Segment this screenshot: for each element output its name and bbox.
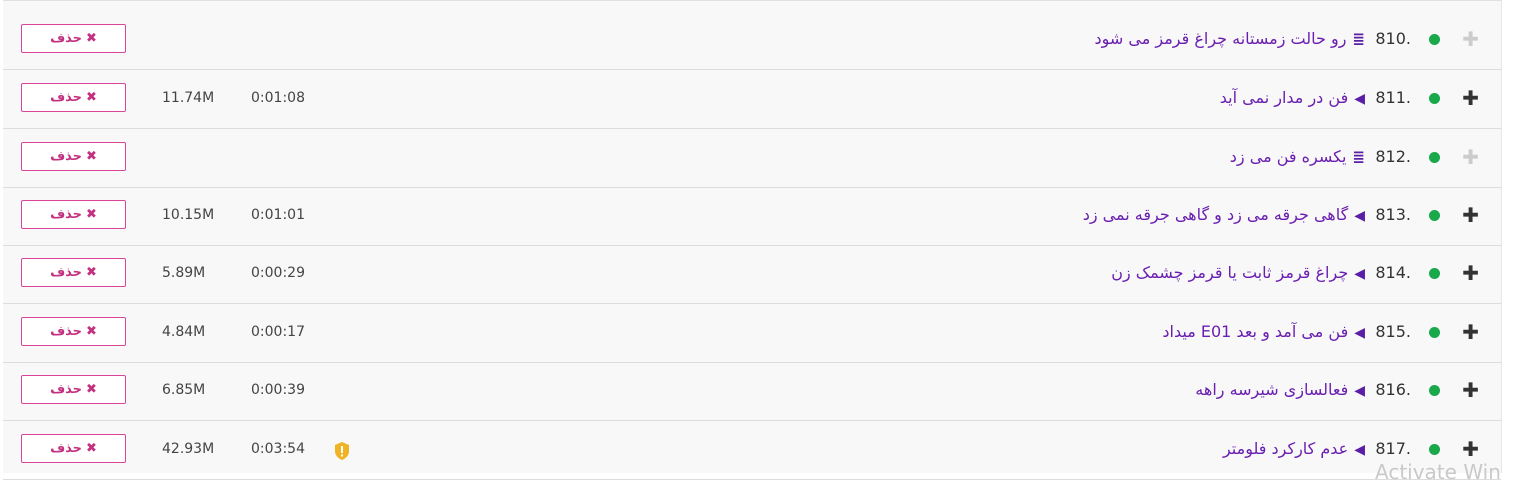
plus-icon[interactable]: ✚ [1462,439,1479,459]
close-icon: ✖ [86,265,97,280]
delete-button[interactable]: ✖ حذف [21,83,126,112]
item-title: عدم کارکرد فلومتر [1222,439,1349,458]
duration: 0:01:01 [251,207,305,223]
item-number: 812. [1375,147,1411,166]
close-icon: ✖ [86,324,97,339]
plus-icon[interactable]: ✚ [1462,29,1479,49]
duration: 0:03:54 [251,441,305,457]
close-icon: ✖ [86,149,97,164]
item-number: 815. [1375,322,1411,341]
list-item: ✚ 816. ◀ فعالسازی شیرسه راهه 0:00:39 6.85… [3,362,1501,421]
delete-button[interactable]: ✖ حذف [21,434,126,463]
status-dot [1429,385,1440,396]
item-title: فن می آمد و بعد E01 میداد [1162,322,1349,341]
plus-icon[interactable]: ✚ [1462,147,1479,167]
close-icon: ✖ [86,207,97,222]
item-number: 817. [1375,439,1411,458]
item-title-link[interactable]: ◀ چراغ قرمز ثابت یا قرمز چشمک زن [1111,262,1365,285]
delete-button[interactable]: ✖ حذف [21,375,126,404]
item-title-link[interactable]: ◀ فعالسازی شیرسه راهه [1195,379,1365,402]
play-icon: ◀ [1354,91,1365,107]
item-title-link[interactable]: ≣ رو حالت زمستانه چراغ قرمز می شود [1095,28,1366,50]
play-icon: ◀ [1354,325,1365,341]
play-icon: ◀ [1354,442,1365,458]
status-dot [1429,210,1440,221]
play-icon: ◀ [1354,383,1365,399]
item-number: 813. [1375,205,1411,224]
plus-icon[interactable]: ✚ [1462,263,1479,283]
plus-icon[interactable]: ✚ [1462,88,1479,108]
list-item: ✚ 812. ≣ یکسره فن می زد ✖ حذف [3,129,1501,188]
delete-button[interactable]: ✖ حذف [21,258,126,287]
close-icon: ✖ [86,441,97,456]
status-dot [1429,327,1440,338]
plus-icon[interactable]: ✚ [1462,322,1479,342]
close-icon: ✖ [86,382,97,397]
delete-button[interactable]: ✖ حذف [21,142,126,171]
delete-button[interactable]: ✖ حذف [21,317,126,346]
list-icon: ≣ [1352,148,1365,166]
close-icon: ✖ [86,90,97,105]
item-title: گاهی جرقه می زد و گاهی جرقه نمی زد [1082,205,1349,224]
status-dot [1429,93,1440,104]
item-title: فن در مدار نمی آید [1219,88,1349,107]
plus-icon[interactable]: ✚ [1462,205,1479,225]
activate-windows-watermark: Activate Win [1375,460,1501,484]
file-size: 4.84M [162,324,206,340]
delete-button[interactable]: ✖ حذف [21,24,126,53]
lessons-list: ✚ 810. ≣ رو حالت زمستانه چراغ قرمز می شود… [3,0,1502,480]
list-item: ✚ 817. ◀ عدم کارکرد فلومتر 0:03:54 42.93M… [3,421,1501,480]
status-dot [1429,268,1440,279]
play-icon: ◀ [1354,208,1365,224]
item-title: فعالسازی شیرسه راهه [1195,380,1349,399]
item-number: 816. [1375,380,1411,399]
item-title-link[interactable]: ◀ گاهی جرقه می زد و گاهی جرقه نمی زد [1083,204,1365,227]
delete-button[interactable]: ✖ حذف [21,200,126,229]
item-number: 814. [1375,263,1411,282]
duration: 0:01:08 [251,90,305,106]
list-item: ✚ 813. ◀ گاهی جرقه می زد و گاهی جرقه نمی … [3,187,1501,246]
duration: 0:00:39 [251,382,305,398]
list-icon: ≣ [1352,30,1365,48]
status-dot [1429,152,1440,163]
file-size: 42.93M [162,441,215,457]
file-size: 11.74M [162,90,215,106]
list-item: ✚ 811. ◀ فن در مدار نمی آید 0:01:08 11.74… [3,70,1501,129]
item-title-link[interactable]: ◀ فن در مدار نمی آید [1220,87,1365,110]
shield-warning-icon [335,442,349,460]
list-item: ✚ 810. ≣ رو حالت زمستانه چراغ قرمز می شود… [3,11,1501,70]
plus-icon[interactable]: ✚ [1462,380,1479,400]
file-size: 6.85M [162,382,206,398]
item-title: یکسره فن می زد [1229,147,1347,166]
list-item: ✚ 815. ◀ فن می آمد و بعد E01 میداد 0:00:1… [3,304,1501,363]
status-dot [1429,444,1440,455]
list-item: ✚ 814. ◀ چراغ قرمز ثابت یا قرمز چشمک زن 0… [3,245,1501,304]
duration: 0:00:17 [251,324,305,340]
item-number: 811. [1375,88,1411,107]
close-icon: ✖ [86,31,97,46]
item-title-link[interactable]: ◀ فن می آمد و بعد E01 میداد [1162,321,1365,344]
status-dot [1429,34,1440,45]
item-title-link[interactable]: ◀ عدم کارکرد فلومتر [1223,438,1365,461]
file-size: 10.15M [162,207,215,223]
duration: 0:00:29 [251,265,305,281]
file-size: 5.89M [162,265,206,281]
item-title: چراغ قرمز ثابت یا قرمز چشمک زن [1111,263,1349,282]
item-title: رو حالت زمستانه چراغ قرمز می شود [1094,29,1347,48]
item-number: 810. [1375,29,1411,48]
item-title-link[interactable]: ≣ یکسره فن می زد [1230,146,1365,168]
play-icon: ◀ [1354,266,1365,282]
